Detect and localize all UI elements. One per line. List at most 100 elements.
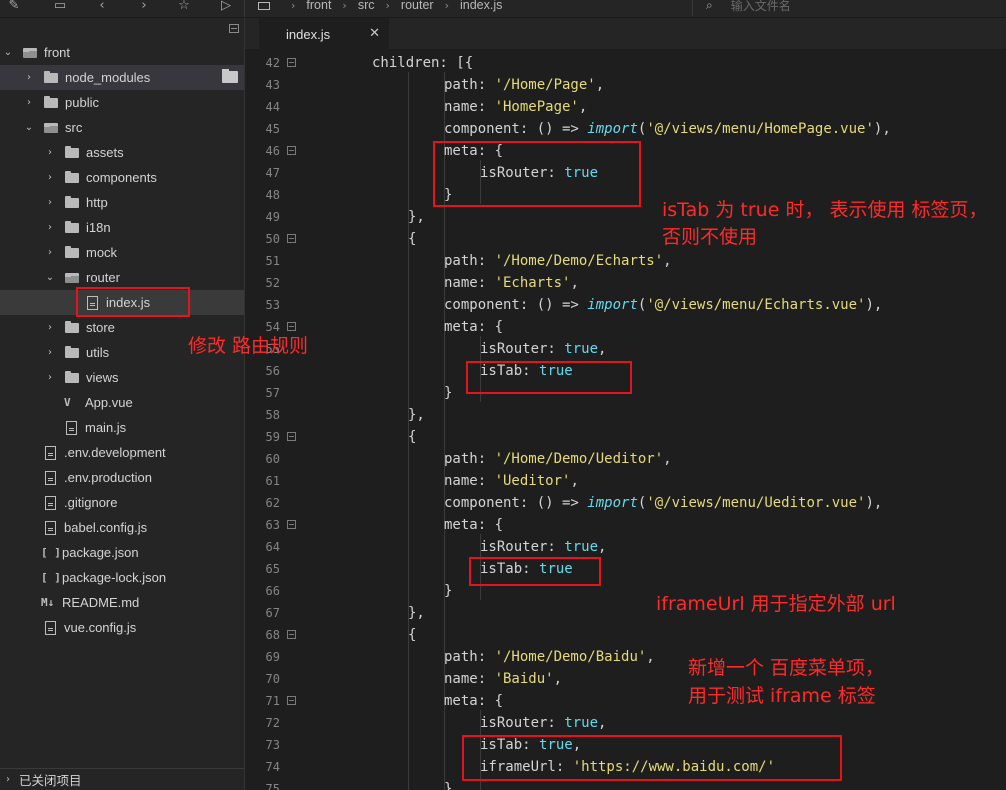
- annotation-baidu-line2: 用于测试 iframe 标签: [688, 685, 876, 707]
- code-line[interactable]: 50 {: [245, 228, 1006, 250]
- fold-toggle-icon[interactable]: [287, 520, 296, 529]
- code-token: {: [408, 627, 417, 643]
- search-placeholder: 输入文件名: [730, 0, 791, 13]
- breadcrumb-item[interactable]: index.js: [460, 0, 502, 12]
- tree-item-env-production[interactable]: .env.production: [0, 465, 244, 490]
- tree-item-node-modules[interactable]: › node_modules: [0, 65, 244, 90]
- code-token: '/Home/Demo/Baidu': [494, 649, 647, 665]
- fold-toggle-icon[interactable]: [287, 234, 296, 243]
- code-line[interactable]: 51 path: '/Home/Demo/Echarts',: [245, 250, 1006, 272]
- code-token: },: [408, 605, 425, 621]
- closed-projects-section[interactable]: › 已关闭项目: [0, 768, 244, 790]
- back-arrow-icon[interactable]: ‹: [92, 0, 112, 15]
- tree-item-main-js[interactable]: main.js: [0, 415, 244, 440]
- fold-toggle-icon[interactable]: [287, 58, 296, 67]
- code-line[interactable]: 55 isRouter: true,: [245, 338, 1006, 360]
- fold-toggle-icon[interactable]: [287, 696, 296, 705]
- code-line[interactable]: 68 {: [245, 624, 1006, 646]
- code-line[interactable]: 62 component: () => import('@/views/menu/…: [245, 492, 1006, 514]
- code-line[interactable]: 70 name: 'Baidu',: [245, 668, 1006, 690]
- code-line[interactable]: 42 children: [{: [245, 52, 1006, 74]
- highlight-box-istab-ueditor: [469, 557, 601, 586]
- code-line[interactable]: 45 component: () => import('@/views/menu/…: [245, 118, 1006, 140]
- tree-item-vue-config[interactable]: vue.config.js: [0, 615, 244, 640]
- code-text: meta: {: [444, 690, 503, 712]
- file-explorer-sidebar: ⌄ front › node_modules › public ⌄ src › …: [0, 18, 245, 790]
- code-token: component: () =>: [444, 297, 588, 313]
- annotation-istab-line2: 否则不使用: [662, 226, 758, 248]
- breadcrumb-item[interactable]: front: [306, 0, 331, 12]
- code-text: component: () => import('@/views/menu/Ue…: [444, 492, 882, 514]
- folder-icon: [65, 145, 79, 158]
- code-line[interactable]: 52 name: 'Echarts',: [245, 272, 1006, 294]
- code-line[interactable]: 58},: [245, 404, 1006, 426]
- line-number: 49: [265, 210, 280, 224]
- file-search-input[interactable]: ⌕ 输入文件名: [706, 0, 791, 14]
- code-token: '/Home/Demo/Ueditor': [494, 451, 664, 467]
- code-line[interactable]: 65 isTab: true: [245, 558, 1006, 580]
- fold-toggle-icon[interactable]: [287, 630, 296, 639]
- preview-icon[interactable]: ▷: [216, 0, 236, 15]
- tree-item-front[interactable]: ⌄ front: [0, 40, 244, 65]
- tree-item-app-vue[interactable]: V App.vue: [0, 390, 244, 415]
- code-line[interactable]: 64 isRouter: true,: [245, 536, 1006, 558]
- code-line[interactable]: 71 meta: {: [245, 690, 1006, 712]
- save-icon[interactable]: ▭: [50, 0, 70, 15]
- code-token: import: [587, 297, 638, 313]
- tree-item-components[interactable]: › components: [0, 165, 244, 190]
- tree-item-public[interactable]: › public: [0, 90, 244, 115]
- open-folder-icon[interactable]: [222, 69, 238, 83]
- line-number: 67: [265, 606, 280, 620]
- code-line[interactable]: 61 name: 'Ueditor',: [245, 470, 1006, 492]
- fold-toggle-icon[interactable]: [287, 322, 296, 331]
- close-icon[interactable]: ✕: [369, 26, 380, 41]
- tree-item-label: mock: [86, 245, 118, 260]
- fold-toggle-icon[interactable]: [287, 146, 296, 155]
- code-token: meta: {: [444, 319, 504, 335]
- code-token: isRouter:: [480, 539, 565, 555]
- tree-item-package-lock-json[interactable]: [ ] package-lock.json: [0, 565, 244, 590]
- folder-icon: [65, 370, 79, 383]
- code-line[interactable]: 69 path: '/Home/Demo/Baidu',: [245, 646, 1006, 668]
- tree-item-package-json[interactable]: [ ] package.json: [0, 540, 244, 565]
- code-line[interactable]: 43 path: '/Home/Page',: [245, 74, 1006, 96]
- breadcrumb-home-icon[interactable]: [258, 2, 270, 10]
- tree-item-views[interactable]: › views: [0, 365, 244, 390]
- code-token: 'HomePage': [494, 99, 579, 115]
- code-token: ,: [595, 77, 605, 93]
- highlight-box-iframeurl: [462, 735, 842, 781]
- code-token: meta: {: [444, 517, 504, 533]
- breadcrumb-item[interactable]: router: [401, 0, 434, 12]
- tree-item-assets[interactable]: › assets: [0, 140, 244, 165]
- forward-arrow-icon[interactable]: ›: [134, 0, 154, 15]
- json-file-icon: [ ]: [41, 546, 61, 559]
- tree-item-env-development[interactable]: .env.development: [0, 440, 244, 465]
- tree-item-i18n[interactable]: › i18n: [0, 215, 244, 240]
- tab-index-js[interactable]: index.js ✕: [259, 18, 389, 50]
- tree-item-http[interactable]: › http: [0, 190, 244, 215]
- tree-item-gitignore[interactable]: .gitignore: [0, 490, 244, 515]
- line-number: 50: [265, 232, 280, 246]
- new-file-icon[interactable]: ✎: [4, 0, 24, 15]
- star-icon[interactable]: ☆: [174, 0, 194, 15]
- tree-item-mock[interactable]: › mock: [0, 240, 244, 265]
- tree-item-readme[interactable]: M↓ README.md: [0, 590, 244, 615]
- code-token: ,: [598, 341, 607, 357]
- code-line[interactable]: 53 component: () => import('@/views/menu/…: [245, 294, 1006, 316]
- code-line[interactable]: 60 path: '/Home/Demo/Ueditor',: [245, 448, 1006, 470]
- collapse-all-icon[interactable]: [229, 24, 239, 33]
- breadcrumb-item[interactable]: src: [358, 0, 375, 12]
- tree-item-babel-config[interactable]: babel.config.js: [0, 515, 244, 540]
- fold-toggle-icon[interactable]: [287, 432, 296, 441]
- annotation-baidu-line1: 新增一个 百度菜单项，: [688, 657, 885, 679]
- code-line[interactable]: 59 {: [245, 426, 1006, 448]
- closed-projects-label: 已关闭项目: [19, 774, 82, 788]
- code-line[interactable]: 54 meta: {: [245, 316, 1006, 338]
- code-line[interactable]: 44 name: 'HomePage',: [245, 96, 1006, 118]
- tree-item-src[interactable]: ⌄ src: [0, 115, 244, 140]
- code-line[interactable]: 72 isRouter: true,: [245, 712, 1006, 734]
- code-line[interactable]: 63 meta: {: [245, 514, 1006, 536]
- code-token: 'Baidu': [494, 671, 554, 687]
- code-text: },: [408, 206, 425, 228]
- line-number: 74: [265, 760, 280, 774]
